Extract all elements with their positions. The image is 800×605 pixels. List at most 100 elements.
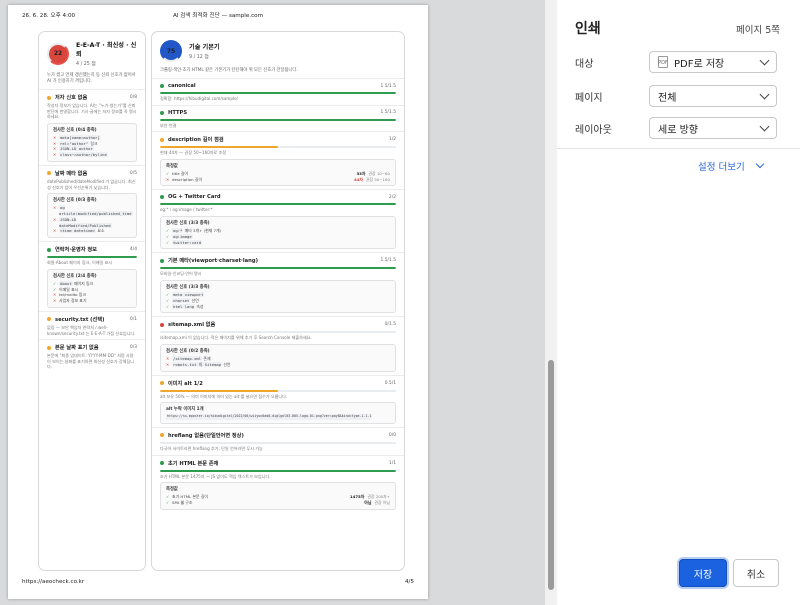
signal-item: ✕ robots.txt 의 Sitemap 선언 <box>166 361 390 368</box>
measure-value: 아님 <box>364 499 372 505</box>
pdf-file-icon: PDF <box>658 56 668 68</box>
footer-url: https://aeocheck.co.kr <box>22 579 85 585</box>
preview-scrollbar[interactable] <box>545 0 557 605</box>
score-bar <box>160 203 396 206</box>
section-title: sitemap.xml 없음 <box>168 322 216 329</box>
section-desc: /sitemap.xml 이 없습니다. 적은 페이지를 위해 추가 후 Sea… <box>160 335 312 341</box>
status-dot <box>160 381 164 386</box>
more-settings-toggle[interactable]: 설정 더보기 <box>698 159 764 173</box>
more-settings-label: 설정 더보기 <box>698 162 745 173</box>
signal-box: 측정값 ✓ 초기 HTML 본문 길이 1475자 권장 200자+ ✓ SPA 쉘 구조 아… <box>160 482 396 510</box>
signal-code: charset <box>172 297 191 303</box>
status-dot <box>47 171 51 176</box>
save-button[interactable]: 저장 <box>679 559 727 587</box>
score-bar <box>160 331 396 334</box>
signal-item: ✓ html lang 속성 <box>166 303 390 310</box>
signal-box-title: 검사한 신호 (0/4 충족) <box>53 127 97 133</box>
destination-select[interactable]: PDF PDF로 저장 <box>649 51 777 73</box>
eeat-title: E-E-A-T · 최신성 · 신뢰 <box>76 42 137 58</box>
scrollbar-thumb[interactable] <box>548 360 554 590</box>
section-score: 0/5 <box>129 170 137 176</box>
check-section: 초기 HTML 본문 존재 1/1 초기 HTML 본문 1475자 — JS 없이… <box>152 454 404 513</box>
status-dot <box>160 322 164 327</box>
pages-select[interactable]: 전체 <box>649 85 777 107</box>
section-title: description 길이 점검 <box>168 137 224 144</box>
page-footer: https://aeocheck.co.kr 4/5 <box>8 579 428 589</box>
signal-box: 검사한 신호 (2/4 충족) ✓ About 페이지 링크 ✓ 이메일 표시 ✕ tel/… <box>47 268 137 308</box>
measure-item: ✕ description 길이 44자 권장 50~160 <box>166 177 390 183</box>
section-score: 2/2 <box>388 194 396 200</box>
signal-label: 이메일 표시 <box>59 286 79 292</box>
status-dot <box>47 247 51 252</box>
signal-text: class~=author/byline <box>59 152 108 158</box>
signal-label: 선언 <box>223 361 231 367</box>
tech-subtitle: 9 / 12 점 <box>189 55 209 60</box>
score-bar-fill <box>160 469 396 472</box>
section-desc: 현재 44자 — 권장 50~160자로 조정 <box>160 150 227 156</box>
section-desc: datePublished/dateModified 가 없습니다. 최신성 신… <box>47 178 136 190</box>
section-title: 본문 날짜 표기 없음 <box>55 345 99 352</box>
status-dot <box>160 195 164 200</box>
section-score: 4/4 <box>129 247 137 253</box>
status-dot <box>47 317 51 322</box>
print-preview: 26. 6. 28. 오후 4:00 AI 검색 최적화 진단 — sample… <box>0 0 545 605</box>
signal-code: About <box>59 280 73 286</box>
layout-select[interactable]: 세로 방향 <box>649 117 777 139</box>
section-score: 1.5/1.5 <box>380 110 396 116</box>
section-title: 저자 신호 없음 <box>55 95 88 101</box>
signal-label: 존재 <box>203 355 211 361</box>
image-url: https://ss.mposter.io/hibudigital/2022/0… <box>166 414 373 420</box>
signal-label: tel/mailto 링크 <box>59 292 86 298</box>
signal-code: og article:modified/published_time <box>59 205 133 216</box>
measure-label: description 길이 <box>172 176 203 182</box>
check-section: 이미지 alt 1/2 0.5/1 alt 보유 50% — 의미 이미지에 의미 … <box>152 374 404 427</box>
section-score: 1.5/1.5 <box>380 258 396 264</box>
settings-divider <box>557 148 800 149</box>
check-section: 본문 날짜 표기 없음 0/3 본문에 "최종 업데이트: YYYY-MM-DD" … <box>39 339 145 373</box>
signal-box-title: 검사한 신호 (0/3 충족) <box>53 198 97 204</box>
signal-code: meta viewport <box>172 291 205 297</box>
check-section: 날짜 메타 없음 0/5 datePublished/dateModified 가 … <box>39 164 145 241</box>
signal-code: meta[name=author] <box>59 134 101 140</box>
check-section: 저자 신호 없음 0/8 작성자 정보가 없습니다. AI는 "누가 썼는가"를 신… <box>39 89 145 165</box>
section-title: OG + Twitter Card <box>168 194 221 201</box>
status-dot <box>160 461 164 466</box>
signal-label: 요소 <box>97 228 105 234</box>
section-score: 0.5/1 <box>384 380 396 386</box>
measure-item: ✓ SPA 쉘 구조 아님 권장 아님 <box>166 500 390 506</box>
signal-label: 메타 3개+ (현재 7개) <box>184 227 222 233</box>
section-title: canonical <box>168 83 196 89</box>
signal-label: 선언 <box>191 297 199 303</box>
signal-item: ✕ JSON-LD dateModified/Published <box>53 216 131 229</box>
status-dot <box>160 84 164 88</box>
signal-item: ✓ twitter:card <box>166 239 390 246</box>
section-title: security.txt (선택) <box>55 316 105 323</box>
section-title: HTTPS <box>168 109 188 116</box>
signal-text: <time datetime> 요소 <box>59 228 105 234</box>
check-section: hreflang 없음(단일언어면 정상) 0/0 다국어 사이트라면 hrefla… <box>152 426 404 455</box>
section-title: 기본 메타(viewport·charset·lang) <box>168 258 258 265</box>
signal-code: html lang <box>172 303 196 309</box>
measure-value: 1475자 <box>349 494 365 500</box>
layout-value: 세로 방향 <box>658 124 698 136</box>
status-dot <box>47 345 51 350</box>
cancel-button[interactable]: 취소 <box>733 559 779 587</box>
signal-code: og:image <box>172 233 193 239</box>
signal-box: 측정값 ✓ title 길이 33자 권장 10~60 ✕ description 길이 44… <box>160 158 396 187</box>
section-desc: 회원·About 페이지 링크, 이메일 표시 <box>47 260 113 266</box>
signal-item: ✕ <time datetime> 요소 <box>53 228 131 234</box>
score-bar <box>160 92 396 94</box>
signal-text: twitter:card <box>172 239 203 246</box>
score-bar-fill <box>160 146 278 149</box>
signal-code: <time datetime> <box>59 228 97 234</box>
chevron-down-icon <box>759 55 770 65</box>
section-score: 1/2 <box>388 137 396 143</box>
status-dot <box>47 95 51 100</box>
signal-box-title: 검사한 신호 (3/3 충족) <box>166 284 210 290</box>
pages-value: 전체 <box>658 92 677 104</box>
footer-page-number: 4/5 <box>404 579 414 585</box>
signal-code: JSON-LD dateModified/Published <box>59 216 112 228</box>
destination-value: PDF로 저장 <box>674 58 725 70</box>
section-score: 0/1.5 <box>384 322 396 328</box>
pages-label: 페이지 <box>575 92 603 104</box>
